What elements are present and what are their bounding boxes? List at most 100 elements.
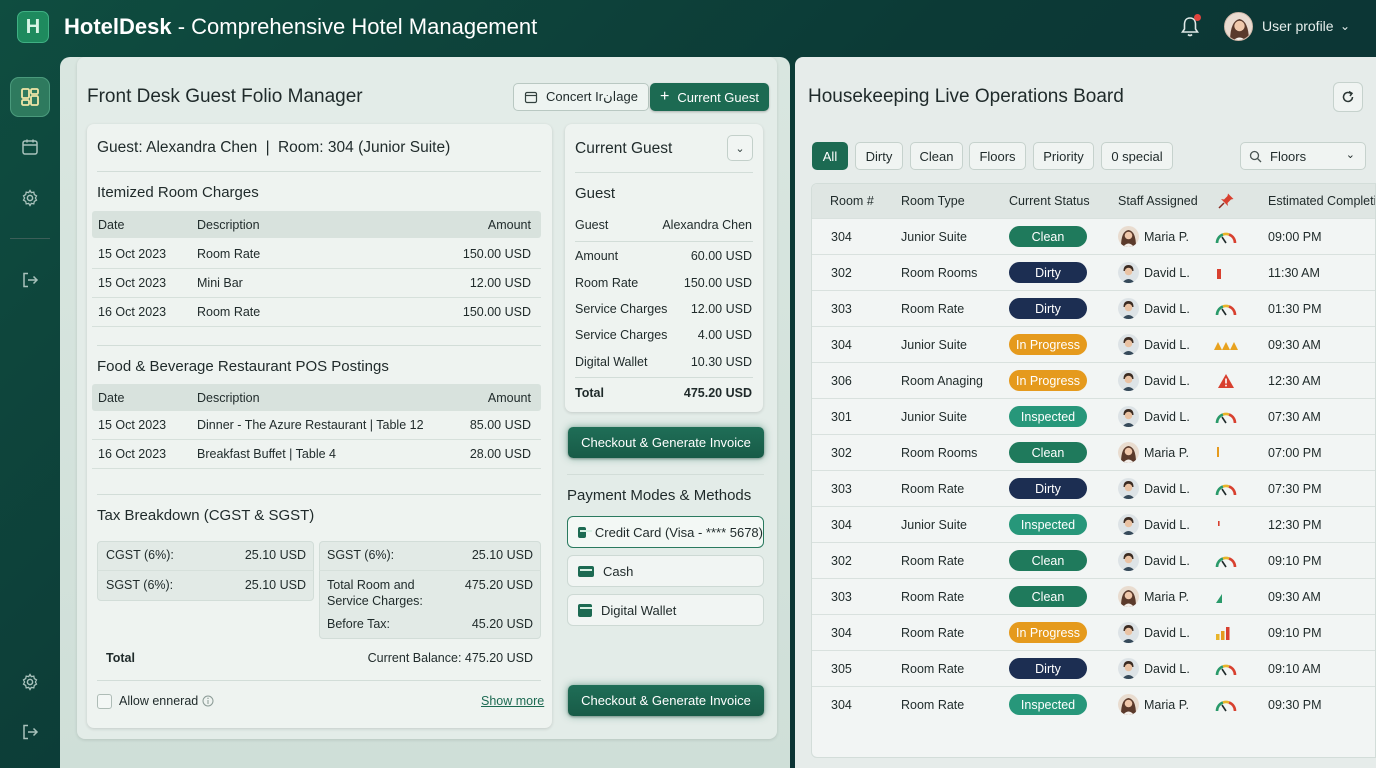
table-row[interactable]: 304 Room Rate Inspected Maria P. 09:30 PM: [812, 686, 1375, 722]
status-badge[interactable]: Clean: [1009, 586, 1087, 607]
chevron-down-icon[interactable]: ⌄: [1340, 19, 1350, 33]
table-row[interactable]: 302 Room Rate Clean David L. 09:10 PM: [812, 542, 1375, 578]
refresh-button[interactable]: [1333, 82, 1363, 112]
room-number: 303: [831, 482, 852, 496]
priority-icon: [1214, 588, 1238, 606]
user-profile-label[interactable]: User profile: [1262, 18, 1334, 34]
status-badge[interactable]: Clean: [1009, 550, 1087, 571]
col-header-room-type[interactable]: Room Type: [901, 194, 965, 208]
filter-floors[interactable]: Floors: [969, 142, 1026, 170]
priority-icon: [1214, 408, 1238, 426]
row-divider: [92, 268, 541, 269]
col-header-estimated[interactable]: Estimated Completio: [1268, 194, 1375, 208]
col-header-staff[interactable]: Staff Assigned: [1118, 194, 1198, 208]
col-header-status[interactable]: Current Status: [1009, 194, 1090, 208]
payment-digital-wallet[interactable]: Digital Wallet: [567, 594, 764, 626]
table-row[interactable]: 304 Room Rate In Progress David L. 09:10 PM: [812, 614, 1375, 650]
staff-assigned: Maria P.: [1144, 230, 1189, 244]
status-badge[interactable]: Clean: [1009, 442, 1087, 463]
allow-checkbox[interactable]: [97, 694, 112, 709]
filter-special[interactable]: 0 special: [1101, 142, 1173, 170]
room-type: Junior Suite: [901, 410, 968, 424]
table-row[interactable]: 304 Junior Suite Inspected David L. 12:30 PM: [812, 506, 1375, 542]
avatar: [1118, 694, 1139, 715]
info-icon[interactable]: [202, 695, 214, 707]
table-row[interactable]: 305 Room Rate Dirty David L. 09:10 AM: [812, 650, 1375, 686]
tax-heading: Tax Breakdown (CGST & SGST): [97, 507, 315, 524]
avatar: [1118, 334, 1139, 355]
show-more-link[interactable]: Show more: [481, 694, 544, 708]
calendar-icon: [524, 91, 538, 104]
sidebar-item-calendar[interactable]: [10, 127, 50, 167]
guest-room-line: Guest: Alexandra Chen | Room: 304 (Junio…: [97, 139, 451, 156]
concert-button[interactable]: Concert Irانage: [513, 83, 649, 111]
status-badge[interactable]: Inspected: [1009, 694, 1087, 715]
row-divider: [92, 468, 541, 469]
guest-field-value: 10.30 USD: [690, 355, 752, 369]
checkout-button-bottom[interactable]: Checkout & Generate Invoice: [568, 685, 764, 716]
col-header-amount: Amount: [487, 391, 531, 405]
sidebar-item-logout-bottom[interactable]: [10, 712, 50, 752]
checkout-button-top[interactable]: Checkout & Generate Invoice: [568, 427, 764, 458]
table-row[interactable]: 303 Room Rate Clean Maria P. 09:30 AM: [812, 578, 1375, 614]
table-row[interactable]: 304 Junior Suite In Progress David L. 09:30 …: [812, 326, 1375, 362]
priority-icon: [1214, 696, 1238, 714]
staff-assigned: Maria P.: [1144, 698, 1189, 712]
filter-clean[interactable]: Clean: [910, 142, 963, 170]
estimated-completion: 12:30 PM: [1268, 518, 1322, 532]
status-badge[interactable]: In Progress: [1009, 622, 1087, 643]
status-badge[interactable]: Dirty: [1009, 262, 1087, 283]
room-type: Room Rate: [901, 590, 965, 604]
current-guest-button[interactable]: + Current Guest: [650, 83, 769, 111]
table-row[interactable]: 301 Junior Suite Inspected David L. 07:30 AM: [812, 398, 1375, 434]
table-row[interactable]: 303 Room Rate Dirty David L. 01:30 PM: [812, 290, 1375, 326]
sidebar-item-settings-bottom[interactable]: [10, 662, 50, 702]
tax-value: 25.10 USD: [471, 548, 533, 562]
gear-icon: [22, 673, 38, 691]
status-badge[interactable]: Dirty: [1009, 478, 1087, 499]
col-header-room[interactable]: Room #: [830, 194, 874, 208]
status-badge[interactable]: Inspected: [1009, 514, 1087, 535]
divider: [97, 494, 541, 495]
sidebar-item-logout[interactable]: [10, 260, 50, 300]
tax-value: 475.20 USD: [464, 578, 533, 592]
filter-dirty[interactable]: Dirty: [855, 142, 903, 170]
sidebar-item-dashboard[interactable]: [10, 77, 50, 117]
staff-assigned: David L.: [1144, 338, 1190, 352]
guest-field-label: Guest: [575, 218, 609, 232]
pin-icon: [1218, 193, 1234, 209]
staff-assigned: David L.: [1144, 302, 1190, 316]
table-row[interactable]: 306 Room Anaging In Progress David L. 12:30 …: [812, 362, 1375, 398]
table-row[interactable]: 302 Room Rooms Clean Maria P. 07:00 PM: [812, 434, 1375, 470]
status-badge[interactable]: Dirty: [1009, 658, 1087, 679]
current-guest-title: Current Guest: [575, 140, 673, 157]
status-badge[interactable]: Dirty: [1009, 298, 1087, 319]
tax-label: SGST (6%):: [106, 578, 174, 592]
app-logo[interactable]: H: [17, 11, 49, 43]
logo-letter: H: [25, 15, 41, 38]
sidebar-item-settings[interactable]: [10, 178, 50, 218]
charge-amount: 150.00 USD: [462, 305, 531, 319]
room-number: 306: [831, 374, 852, 388]
filter-priority[interactable]: Priority: [1033, 142, 1094, 170]
table-row[interactable]: 302 Room Rooms Dirty David L. 11:30 AM: [812, 254, 1375, 290]
status-badge[interactable]: In Progress: [1009, 334, 1087, 355]
tax-label: Service Charges:: [327, 594, 423, 608]
chevron-down-icon[interactable]: ⌄: [727, 135, 753, 161]
user-avatar[interactable]: [1224, 12, 1253, 41]
logout-icon: [23, 272, 39, 288]
status-badge[interactable]: In Progress: [1009, 370, 1087, 391]
table-row[interactable]: 303 Room Rate Dirty David L. 07:30 PM: [812, 470, 1375, 506]
room-type: Junior Suite: [901, 230, 968, 244]
guest-section-heading: Guest: [575, 185, 616, 202]
estimated-completion: 09:10 PM: [1268, 554, 1322, 568]
room-type: Room Rooms: [901, 266, 978, 280]
filter-all[interactable]: All: [812, 142, 848, 170]
payment-cash[interactable]: Cash: [567, 555, 764, 587]
status-badge[interactable]: Inspected: [1009, 406, 1087, 427]
fnb-description: Dinner - The Azure Restaurant | Table 12: [197, 418, 424, 432]
table-row[interactable]: 304 Junior Suite Clean Maria P. 09:00 PM: [812, 218, 1375, 254]
status-badge[interactable]: Clean: [1009, 226, 1087, 247]
payment-credit-card[interactable]: Credit Card (Visa - **** 5678): [567, 516, 764, 548]
floors-select[interactable]: Floors ⌄: [1240, 142, 1366, 170]
